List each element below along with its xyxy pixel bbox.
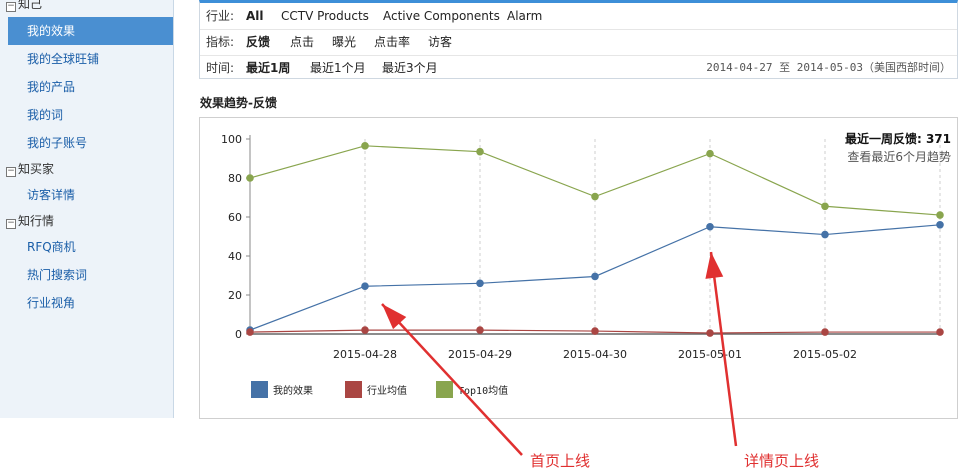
time-option-1week[interactable]: 最近1周 [246, 55, 290, 81]
sidebar-group-label: 知行情 [18, 214, 55, 228]
time-option-1month[interactable]: 最近1个月 [310, 55, 366, 81]
x-tick-label: 2015-04-30 [563, 348, 627, 361]
sidebar-item-my-store[interactable]: 我的全球旺铺 [8, 45, 173, 73]
data-point [591, 327, 599, 335]
sidebar-item-rfq[interactable]: RFQ商机 [8, 233, 173, 261]
trend-chart-panel: 0 20 40 60 80 100 2015-04-28 2015-04-29 2015-04-… [199, 117, 958, 419]
data-point [246, 174, 254, 182]
summary: 最近一周反馈: 371 查看最近6个月趋势 [845, 130, 951, 165]
sidebar-group-zhimaijia[interactable]: − 知买家 [0, 159, 173, 179]
filter-panel: 行业: All CCTV Products Active Components … [199, 0, 958, 79]
industry-option-cctv[interactable]: CCTV Products [281, 3, 369, 29]
sidebar-group-label: 知己 [18, 0, 43, 11]
data-point [936, 211, 944, 219]
sidebar-item-my-products[interactable]: 我的产品 [8, 73, 173, 101]
metric-option-visitors[interactable]: 访客 [428, 29, 452, 55]
y-tick-label: 40 [228, 250, 242, 263]
sidebar-item-visitor-details[interactable]: 访客详情 [8, 181, 173, 209]
collapse-icon[interactable]: − [6, 2, 16, 12]
annotation-homepage-launch: 首页上线 [530, 452, 591, 470]
date-range: 2014-04-27 至 2014-05-03（美国西部时间） [706, 61, 951, 74]
legend-swatch [436, 381, 453, 398]
y-tick-label: 100 [221, 133, 242, 146]
metric-option-clicks[interactable]: 点击 [290, 29, 314, 55]
metric-label: 指标: [206, 35, 235, 49]
data-point [821, 202, 829, 211]
time-option-3months[interactable]: 最近3个月 [382, 55, 438, 81]
data-point [591, 272, 599, 281]
metric-option-impressions[interactable]: 曝光 [332, 29, 356, 55]
metric-option-feedback[interactable]: 反馈 [246, 29, 270, 55]
data-point [821, 230, 829, 239]
sidebar-item-hot-search[interactable]: 热门搜索词 [8, 261, 173, 289]
legend-swatch [345, 381, 362, 398]
y-tick-label: 60 [228, 211, 242, 224]
time-filter-row: 时间: 最近1周 最近1个月 最近3个月 2014-04-27 至 2014-0… [200, 55, 957, 81]
x-tick-label: 2015-04-28 [333, 348, 397, 361]
data-point [821, 328, 829, 336]
x-tick-label: 2015-05-01 [678, 348, 742, 361]
data-point [361, 282, 369, 291]
industry-option-active-components[interactable]: Active Components [383, 3, 500, 29]
data-point [246, 328, 254, 336]
sidebar-item-my-performance[interactable]: 我的效果 [8, 17, 173, 45]
trend-chart: 0 20 40 60 80 100 2015-04-28 2015-04-29 2015-04-… [221, 133, 944, 398]
series-line-2 [249, 145, 941, 216]
six-month-trend-link[interactable]: 查看最近6个月趋势 [845, 148, 951, 165]
data-point [476, 326, 484, 334]
industry-option-all[interactable]: All [246, 3, 264, 29]
data-point [706, 329, 714, 337]
legend-label: 我的效果 [273, 384, 313, 397]
section-title: 效果趋势-反馈 [200, 96, 277, 110]
data-point [476, 279, 484, 288]
weekly-feedback-total: 最近一周反馈: 371 [844, 132, 951, 146]
industry-filter-row: 行业: All CCTV Products Active Components … [200, 3, 957, 30]
sidebar-group-zhiji[interactable]: − 知己 [0, 0, 173, 14]
data-point [936, 328, 944, 336]
data-point [936, 221, 944, 229]
collapse-icon[interactable]: − [6, 167, 16, 177]
data-point [361, 142, 369, 150]
industry-option-alarm[interactable]: Alarm [507, 3, 542, 29]
metric-option-ctr[interactable]: 点击率 [374, 29, 410, 55]
y-tick-label: 20 [228, 289, 242, 302]
x-tick-label: 2015-05-02 [793, 348, 857, 361]
sidebar-group-label: 知买家 [18, 162, 55, 176]
time-label: 时间: [206, 61, 235, 75]
sidebar-item-industry-view[interactable]: 行业视角 [8, 289, 173, 317]
data-point [591, 192, 599, 201]
data-point [706, 222, 714, 231]
y-tick-label: 0 [235, 328, 242, 341]
sidebar: − 知己 我的效果 我的全球旺铺 我的产品 我的词 我的子账号 − 知买家 访客详情… [0, 0, 174, 418]
sidebar-group-zhihangqing[interactable]: − 知行情 [0, 211, 173, 231]
data-point [706, 149, 714, 158]
annotation-detailpage-launch: 详情页上线 [744, 452, 820, 470]
legend-label: Top10均值 [458, 384, 508, 397]
data-point [476, 147, 484, 156]
legend-label: 行业均值 [367, 384, 407, 397]
y-tick-label: 80 [228, 172, 242, 185]
legend-swatch [251, 381, 268, 398]
data-point [361, 326, 369, 334]
sidebar-item-my-keywords[interactable]: 我的词 [8, 101, 173, 129]
industry-label: 行业: [206, 9, 235, 23]
collapse-icon[interactable]: − [6, 219, 16, 229]
sidebar-item-sub-accounts[interactable]: 我的子账号 [8, 129, 173, 157]
metric-filter-row: 指标: 反馈 点击 曝光 点击率 访客 [200, 29, 957, 56]
x-tick-label: 2015-04-29 [448, 348, 512, 361]
